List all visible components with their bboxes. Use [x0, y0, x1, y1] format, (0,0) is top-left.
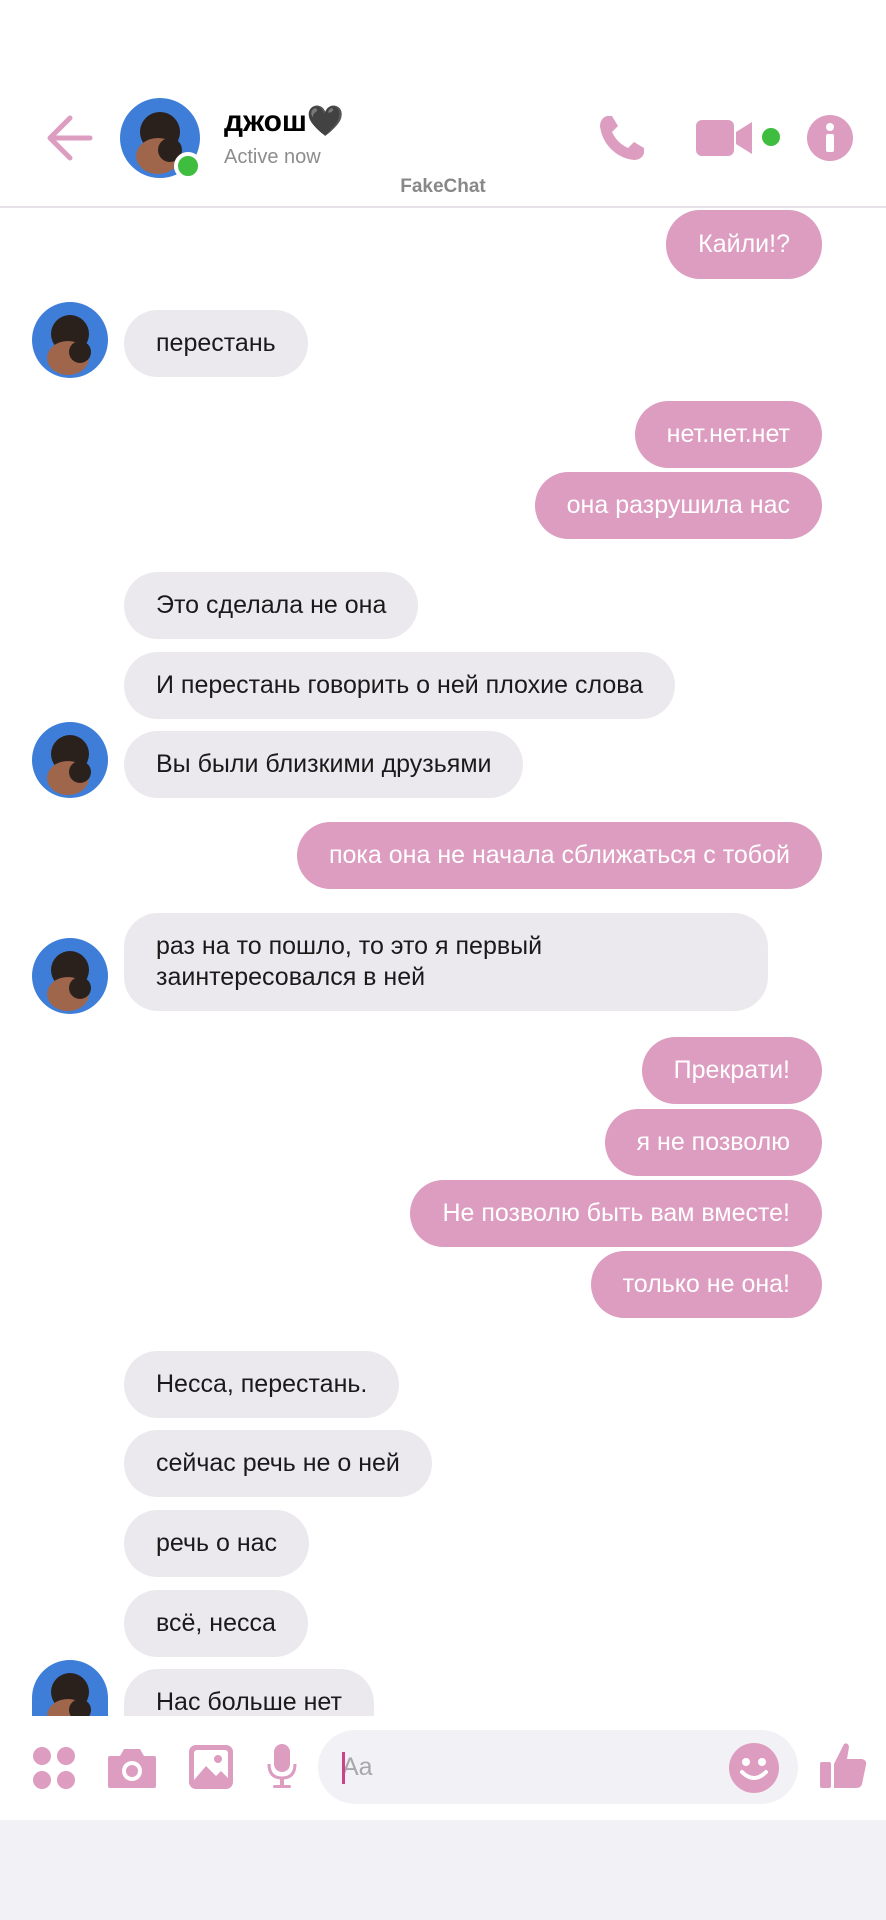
- message-input-container[interactable]: [318, 1730, 798, 1804]
- message-bubble[interactable]: Несса, перестань.: [124, 1351, 400, 1418]
- phone-icon[interactable]: [594, 110, 650, 166]
- message-bubble[interactable]: всё, несса: [124, 1590, 308, 1657]
- microphone-icon[interactable]: [266, 1742, 298, 1790]
- message-bubble[interactable]: Нас больше нет: [124, 1669, 374, 1716]
- message-bubble[interactable]: Это сделала не она: [124, 572, 419, 639]
- text-cursor: [342, 1752, 345, 1784]
- message-bubble[interactable]: она разрушила нас: [534, 472, 822, 539]
- image-icon[interactable]: [188, 1744, 234, 1790]
- thumbs-up-icon[interactable]: [818, 1740, 868, 1790]
- chat-header: джош🖤 Active now FakeChat: [0, 0, 886, 208]
- message-input[interactable]: [342, 1730, 702, 1804]
- sender-avatar[interactable]: [32, 1660, 108, 1716]
- message-composer: [0, 1716, 886, 1820]
- message-bubble[interactable]: Не позволю быть вам вместе!: [410, 1180, 822, 1247]
- message-bubble[interactable]: пока она не начала сближаться с тобой: [296, 822, 822, 889]
- sender-avatar[interactable]: [32, 938, 108, 1014]
- message-bubble[interactable]: Прекрати!: [641, 1037, 822, 1104]
- message-bubble[interactable]: перестань: [124, 310, 308, 377]
- message-bubble[interactable]: нет.нет.нет: [634, 401, 822, 468]
- message-bubble[interactable]: только не она!: [590, 1251, 822, 1318]
- contact-avatar[interactable]: [120, 98, 202, 180]
- message-bubble[interactable]: раз на то пошло, то это я первый заинтер…: [124, 913, 768, 1011]
- contact-status: Active now: [224, 146, 321, 168]
- system-navigation-area: [0, 1820, 886, 1920]
- contact-name[interactable]: джош🖤: [224, 104, 344, 139]
- message-bubble[interactable]: И перестань говорить о ней плохие слова: [124, 652, 676, 719]
- video-active-dot: [762, 128, 780, 146]
- sender-avatar[interactable]: [32, 722, 108, 798]
- message-bubble[interactable]: Кайли!?: [666, 210, 822, 279]
- message-bubble[interactable]: Вы были близкими друзьями: [124, 731, 524, 798]
- sender-avatar[interactable]: [32, 302, 108, 378]
- camera-icon[interactable]: [106, 1746, 158, 1790]
- info-icon[interactable]: [806, 114, 854, 162]
- message-bubble[interactable]: сейчас речь не о ней: [124, 1430, 432, 1497]
- apps-grid-icon[interactable]: [32, 1746, 76, 1790]
- app-label: FakeChat: [400, 176, 486, 197]
- back-arrow-icon[interactable]: [40, 110, 96, 166]
- message-bubble[interactable]: речь о нас: [124, 1510, 310, 1577]
- emoji-icon[interactable]: [728, 1742, 780, 1794]
- video-camera-icon[interactable]: [696, 116, 756, 160]
- message-bubble[interactable]: я не позволю: [604, 1109, 822, 1176]
